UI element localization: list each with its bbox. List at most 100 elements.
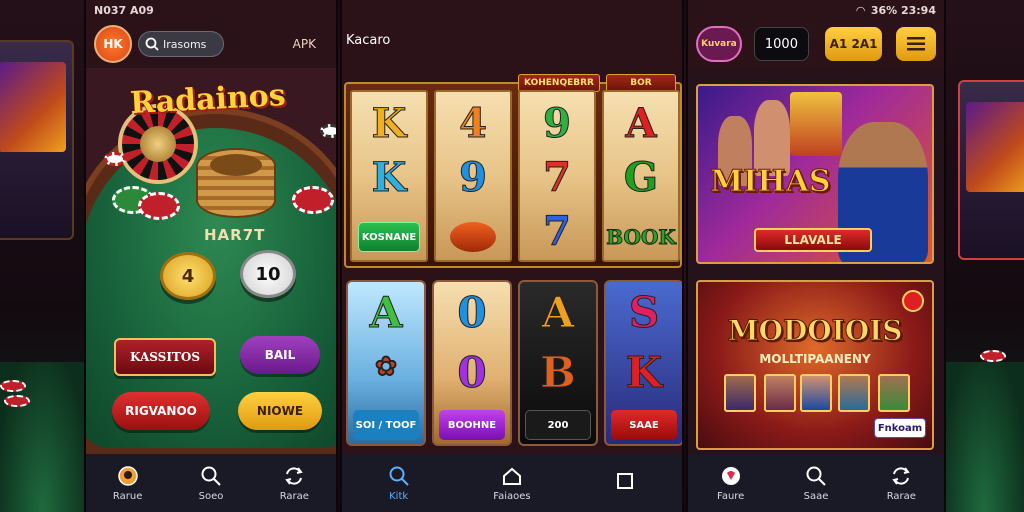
poker-chip-icon	[320, 124, 336, 138]
nav-item-favorites[interactable]: Faiaoes	[482, 465, 542, 502]
background-left-decor	[0, 0, 86, 512]
menu-button[interactable]	[896, 27, 937, 61]
game-card-2[interactable]: 0 0 BOOHNE	[432, 280, 512, 446]
nav-item-search[interactable]: Saae	[786, 465, 846, 502]
card-symbol: A	[541, 288, 575, 338]
search-button[interactable]: Irasoms	[138, 31, 224, 57]
profile-badge[interactable]: Kuvara	[696, 26, 742, 62]
slot-reel-1[interactable]: K K KOSNANE	[350, 90, 428, 262]
slot-reel-4[interactable]: A G BOOK	[602, 90, 680, 262]
niowe-button[interactable]: NIOWE	[238, 392, 322, 430]
app-header: HK Irasoms APK	[86, 20, 336, 68]
apk-link[interactable]: APK	[293, 37, 316, 51]
nav-item-home[interactable]: Rarue	[98, 465, 158, 502]
nav-item-square[interactable]	[595, 470, 655, 496]
promo-banner-tournament[interactable]: MODOIOIS MOLLTIPAANENY Fnkoam	[696, 280, 934, 450]
player-thumb[interactable]	[800, 374, 832, 412]
reel-badge-icon	[450, 222, 496, 252]
promo-banner-mihas[interactable]: MIHAS LLAVALE	[696, 84, 934, 264]
poker-chip-icon	[138, 192, 180, 220]
bottom-nav: Kitk Faiaoes	[342, 454, 682, 512]
player-thumb[interactable]	[764, 374, 796, 412]
chat-icon	[720, 465, 742, 487]
poster-image	[790, 92, 842, 156]
search-icon	[200, 465, 222, 487]
reel-symbol: 7	[543, 208, 572, 256]
promo-title: MODOIOIS	[727, 314, 903, 348]
player-thumb[interactable]	[878, 374, 910, 412]
poker-chip-icon	[104, 152, 126, 166]
search-icon	[145, 37, 159, 51]
wifi-icon: ◠	[856, 3, 865, 17]
background-felt	[944, 362, 1024, 512]
reel-symbol: K	[371, 154, 407, 202]
search-icon	[388, 465, 410, 487]
card-symbol: B	[540, 348, 577, 398]
reel-label: BOOK	[606, 225, 677, 250]
nav-label: Rarae	[279, 490, 309, 502]
bail-button[interactable]: BAIL	[240, 336, 320, 374]
card-symbol: A	[369, 288, 403, 338]
flower-icon: ✿	[375, 352, 398, 383]
game-card-3[interactable]: A B 200	[518, 280, 598, 446]
promo-title: MIHAS	[710, 164, 832, 200]
nav-item-refresh[interactable]: Rarae	[264, 465, 324, 502]
reel-symbol: K	[371, 100, 407, 148]
background-slot-machine	[958, 80, 1024, 260]
player-thumb[interactable]	[838, 374, 870, 412]
background-slot-machine	[0, 40, 74, 240]
background-chip	[0, 380, 26, 392]
nav-label: Faiaoes	[493, 490, 531, 502]
deposit-button[interactable]: A1 2A1	[825, 27, 883, 61]
background-chip	[980, 350, 1006, 362]
app-header: Kuvara 1000 A1 2A1	[688, 20, 944, 68]
home-icon	[501, 465, 523, 487]
game-card-4[interactable]: S K SAAE	[604, 280, 682, 446]
promo-button[interactable]: Fnkoam	[874, 418, 926, 438]
slot-reels-panel: KOHENQEBRR BOR K K KOSNANE 4 9 9 7 7 A G…	[344, 74, 682, 268]
nav-label: Saae	[803, 490, 829, 502]
status-bar: N037 A09	[86, 0, 336, 20]
slot-reel-2[interactable]: 4 9	[434, 90, 512, 262]
status-right: 36% 23:94	[870, 3, 936, 17]
nav-item-search[interactable]: Kitk	[369, 465, 429, 502]
status-time: N037 A09	[94, 3, 154, 17]
slot-reel-3[interactable]: 9 7 7	[518, 90, 596, 262]
record-icon	[902, 290, 924, 312]
reel-button[interactable]: KOSNANE	[358, 222, 420, 252]
card-symbol: 0	[457, 288, 487, 338]
page-title: Kacaro	[342, 0, 682, 62]
search-icon	[805, 465, 827, 487]
bottom-nav: Faure Saae Rarae	[688, 454, 944, 512]
card-button[interactable]: BOOHNE	[439, 410, 505, 440]
square-icon	[614, 470, 636, 492]
player-thumb[interactable]	[724, 374, 756, 412]
nav-item-search[interactable]: Soeo	[181, 465, 241, 502]
card-button[interactable]: SOI / TOOF	[353, 410, 419, 440]
nav-label: Rarue	[112, 490, 143, 502]
reel-symbol: 7	[543, 154, 572, 202]
rigvanoo-button[interactable]: RIGVANOO	[112, 392, 210, 430]
card-button[interactable]: 200	[525, 410, 591, 440]
poker-chip-icon	[292, 186, 334, 214]
game-card-1[interactable]: A ✿ SOI / TOOF	[346, 280, 426, 446]
casino-table-scene: Radainos HAR7T 4 10 KASSITOS BAIL RIGVAN…	[86, 68, 336, 468]
background-right-decor	[944, 0, 1024, 512]
reel-symbol: 9	[543, 100, 572, 148]
nav-item-home[interactable]: Faure	[701, 465, 761, 502]
reel-symbol: G	[623, 154, 659, 202]
nav-label: Rarae	[886, 490, 916, 502]
phone-slot-games: Kacaro KOHENQEBRR BOR K K KOSNANE 4 9 9 …	[340, 0, 684, 512]
coin-bet-4[interactable]: 4	[160, 252, 216, 300]
reel-symbol: A	[625, 100, 657, 148]
app-logo[interactable]: HK	[94, 25, 132, 63]
chat-icon	[117, 465, 139, 487]
kassitos-button[interactable]: KASSITOS	[114, 338, 216, 376]
nav-item-refresh[interactable]: Rarae	[871, 465, 931, 502]
card-symbol: K	[625, 348, 663, 398]
refresh-icon	[283, 465, 305, 487]
chip-stack-icon	[196, 148, 276, 218]
coin-bet-10[interactable]: 10	[240, 250, 296, 298]
refresh-icon	[890, 465, 912, 487]
card-button[interactable]: SAAE	[611, 410, 677, 440]
